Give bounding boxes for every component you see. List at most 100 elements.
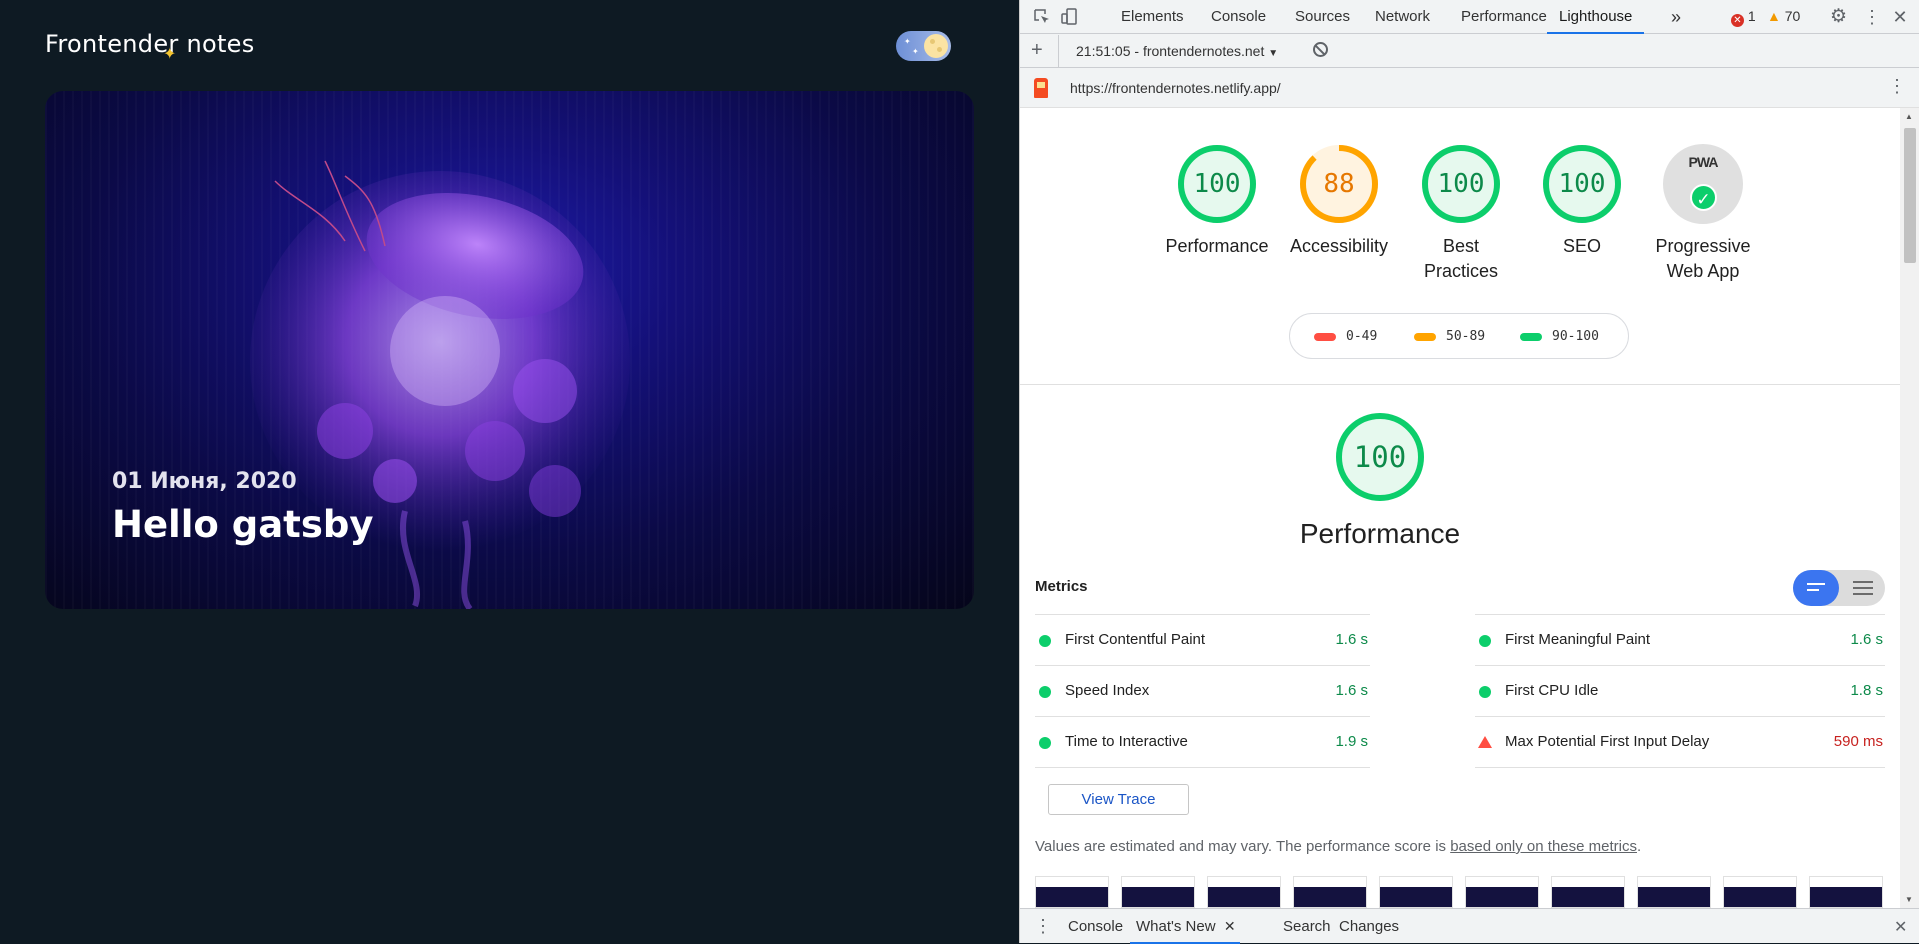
tab-performance[interactable]: Performance [1461,0,1547,34]
chevron-double-right-icon[interactable]: » [1671,0,1681,34]
gauge-best-practices[interactable]: 100 Best Practices [1401,144,1521,284]
view-trace-button[interactable]: View Trace [1048,784,1189,815]
metric-row: First Meaningful Paint 1.6 s [1475,614,1885,665]
url-bar: https://frontendernotes.netlify.app/ ⋮ [1020,68,1919,108]
pass-icon [1479,686,1491,698]
metric-name: First Meaningful Paint [1505,631,1651,648]
gauge-label: Accessibility [1289,236,1389,256]
error-count[interactable]: ✕ 1 [1731,8,1756,27]
gauge-score: 88 [1323,169,1355,199]
report-menu-icon[interactable]: ⋮ [1888,76,1906,97]
tab-console[interactable]: Console [1211,0,1266,34]
post-title[interactable]: Hello gatsby [112,503,374,546]
report-scrollbar[interactable]: ▲ ▼ [1900,108,1919,908]
metrics-heading: Metrics [1035,578,1088,595]
metrics-view-toggle[interactable] [1793,570,1885,606]
metric-value: 1.9 s [1335,733,1368,750]
metric-row: First Contentful Paint 1.6 s [1035,614,1370,665]
warning-icon: ▲ [1767,8,1781,24]
metric-row: Max Potential First Input Delay 590 ms [1475,716,1885,768]
metric-row: Speed Index 1.6 s [1035,665,1370,716]
post-card[interactable]: 01 Июня, 2020 Hello gatsby [45,91,974,609]
performance-note: Values are estimated and may vary. The p… [1035,838,1641,855]
drawer-tab-console[interactable]: Console [1068,909,1123,944]
metric-name: Speed Index [1065,682,1150,699]
checkmark-icon: ✓ [1690,184,1717,211]
toolbar-divider [1058,35,1059,67]
filmstrip-frame [1121,876,1195,908]
lighthouse-report: 100 Performance 88 Accessibility 100 Bes… [1020,108,1900,908]
filmstrip-frame [1723,876,1797,908]
sparkle-icon: ✦ [163,46,177,63]
expanded-view-button[interactable] [1853,581,1873,595]
lighthouse-toolbar: + 21:51:05 - frontendernotes.net ▼ [1020,34,1919,68]
metric-row: Time to Interactive 1.9 s [1035,716,1370,768]
close-tab-icon[interactable]: ✕ [1224,909,1236,944]
drawer-tab-changes[interactable]: Changes [1319,909,1419,944]
legend-item: 90-100 [1520,329,1599,344]
devtools-drawer: ⋮ Console What's New ✕ Search Changes ✕ [1020,908,1919,944]
report-selector-label: 21:51:05 - frontendernotes.net [1076,43,1265,59]
metric-value: 1.6 s [1335,631,1368,648]
legend-item: 50-89 [1414,329,1485,344]
dropdown-arrow-icon: ▼ [1268,48,1279,59]
gauge-pwa[interactable]: PWA ✓ Progressive Web App [1643,144,1763,284]
filmstrip-frame [1551,876,1625,908]
tab-lighthouse[interactable]: Lighthouse [1547,0,1645,34]
add-icon[interactable]: + [1031,39,1043,62]
kebab-menu-icon[interactable]: ⋮ [1862,7,1882,27]
tab-elements[interactable]: Elements [1121,0,1184,34]
legend-item: 0-49 [1314,329,1377,344]
device-toggle-icon[interactable] [1060,7,1080,27]
error-icon: ✕ [1731,14,1744,27]
filmstrip-frame [1637,876,1711,908]
metric-value: 1.6 s [1335,682,1368,699]
audited-url[interactable]: https://frontendernotes.netlify.app/ [1070,80,1281,96]
pass-icon [1479,635,1491,647]
scrollbar-thumb[interactable] [1904,128,1916,263]
metric-value: 1.8 s [1850,682,1883,699]
filmstrip-frame [1379,876,1453,908]
inspect-icon[interactable] [1032,7,1052,27]
tab-sources[interactable]: Sources [1295,0,1350,34]
note-link[interactable]: based only on these metrics [1450,838,1637,855]
star-icon: ✦ [904,37,911,46]
filmstrip-frame [1465,876,1539,908]
gauge-accessibility[interactable]: 88 Accessibility [1279,144,1399,259]
moon-icon [924,34,948,58]
scroll-up-icon[interactable]: ▲ [1905,112,1913,121]
legend-range: 50-89 [1446,329,1486,344]
gauge-label: Best Practices [1423,236,1499,281]
gauge-performance[interactable]: 100 Performance [1157,144,1277,259]
metric-name: First Contentful Paint [1065,631,1206,648]
gauge-seo[interactable]: 100 SEO [1522,144,1642,259]
theme-toggle[interactable]: ✦ ✦ [896,31,951,61]
fail-icon [1478,736,1492,748]
close-icon[interactable]: ✕ [1890,7,1910,27]
compact-view-button[interactable] [1793,570,1839,606]
clear-icon[interactable] [1313,42,1328,57]
pwa-badge: PWA [1688,154,1719,170]
metric-name: Max Potential First Input Delay [1505,733,1710,750]
close-drawer-icon[interactable]: ✕ [1894,917,1907,937]
site-title[interactable]: Frontender notes [45,30,255,58]
drawer-tab-whats-new[interactable]: What's New ✕ [1130,909,1240,944]
filmstrip-frame [1035,876,1109,908]
devtools-panel: Elements Console Sources Network Perform… [1019,0,1919,944]
gauge-label: Progressive Web App [1655,236,1751,281]
score-legend: 0-49 50-89 90-100 [1289,313,1629,359]
devtools-tabbar: Elements Console Sources Network Perform… [1020,0,1919,34]
tab-network[interactable]: Network [1375,0,1430,34]
drawer-menu-icon[interactable]: ⋮ [1034,916,1052,937]
pass-icon [1039,686,1051,698]
gauge-score: 100 [1437,169,1485,199]
gauge-performance-large: 100 [1320,412,1440,502]
report-selector[interactable]: 21:51:05 - frontendernotes.net ▼ [1076,43,1278,59]
gear-icon[interactable]: ⚙ [1830,7,1850,27]
metric-name: Time to Interactive [1065,733,1188,750]
metric-row: First CPU Idle 1.8 s [1475,665,1885,716]
warning-count[interactable]: ▲ 70 [1767,8,1800,24]
scroll-down-icon[interactable]: ▼ [1905,895,1913,904]
section-divider [1020,384,1900,385]
filmstrip-frame [1809,876,1883,908]
